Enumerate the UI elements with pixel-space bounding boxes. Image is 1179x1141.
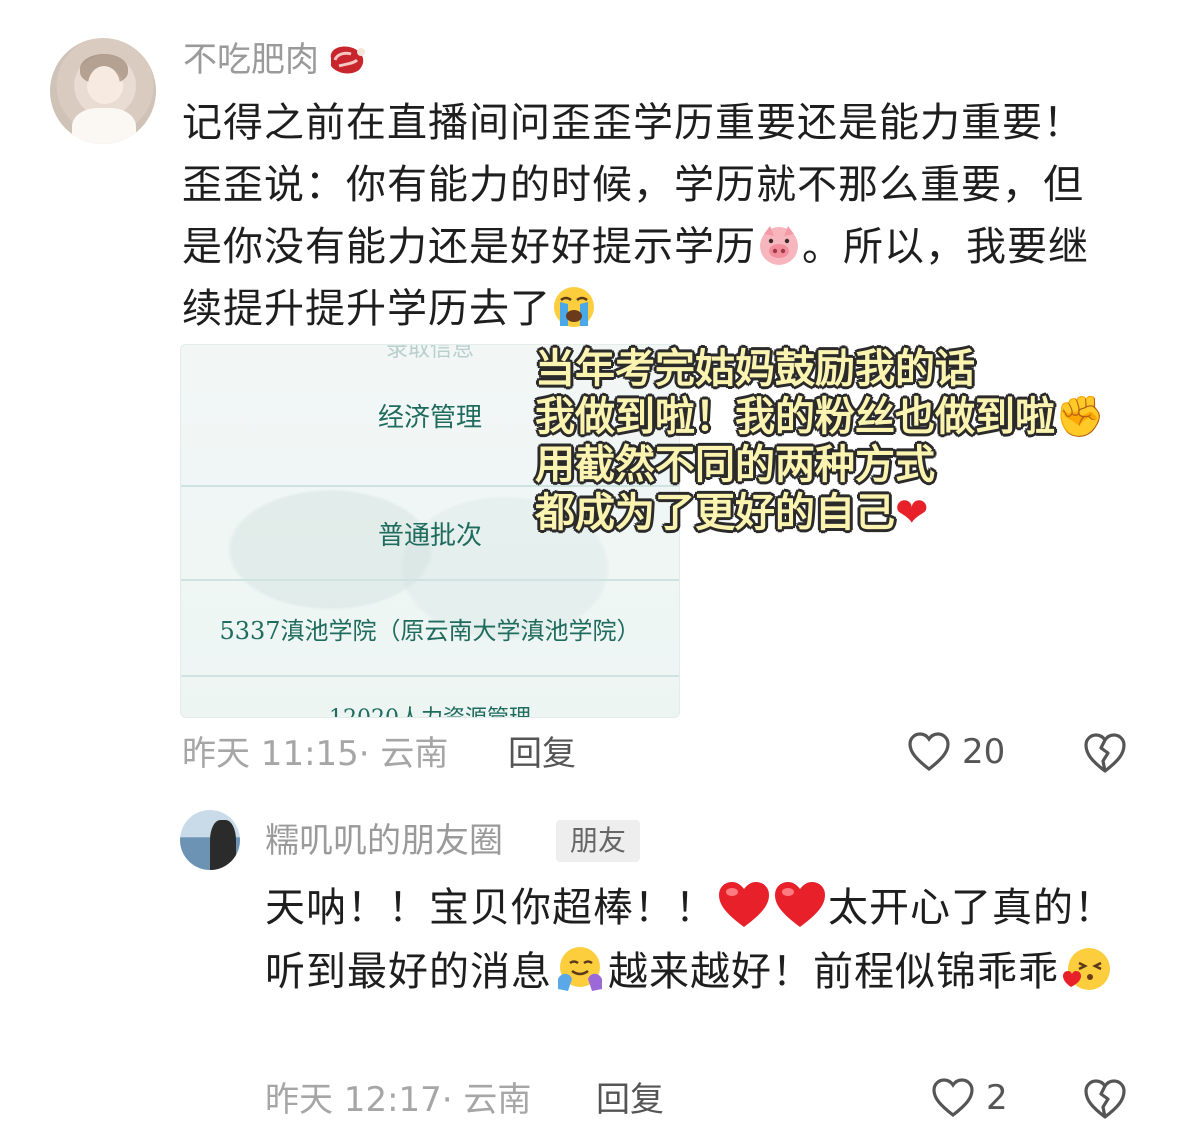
overlay-line-4-text: 都成为了更好的自己 — [535, 490, 895, 536]
reply-avatar[interactable] — [180, 810, 240, 870]
reply-button[interactable]: 回复 — [508, 732, 576, 776]
overlay-line-4: 都成为了更好的自己❤ — [535, 489, 1165, 537]
like-count: 20 — [962, 732, 1006, 772]
reply-time: 昨天 12:17 — [265, 1080, 442, 1120]
hugging-face-icon — [558, 947, 602, 991]
crying-face-icon — [554, 287, 594, 327]
reply-like-button[interactable]: 2 — [930, 1076, 1008, 1120]
red-heart-icon — [775, 882, 825, 927]
overlay-line-2: 我做到啦！我的粉丝也做到啦✊ — [535, 393, 1165, 441]
comment-meta: 昨天 11:15· 云南 — [182, 732, 448, 776]
image-overlay-caption: 当年考完姑妈鼓励我的话 我做到啦！我的粉丝也做到啦✊ 用截然不同的两种方式 都成… — [535, 345, 1165, 537]
dislike-icon[interactable] — [1082, 730, 1128, 776]
friend-badge: 朋友 — [556, 820, 641, 862]
red-heart-icon — [719, 882, 769, 927]
reply-meta: 昨天 12:17· 云南 — [265, 1078, 531, 1122]
image-row-program: 12020人力资源管理 — [181, 701, 679, 717]
overlay-line-3: 用截然不同的两种方式 — [535, 442, 935, 488]
comment-text: 记得之前在直播间问歪歪学历重要还是能力重要！歪歪说：你有能力的时候，学历就不那么… — [182, 92, 1102, 340]
reply-like-count: 2 — [986, 1078, 1008, 1118]
reply-location: · 云南 — [441, 1080, 532, 1120]
avatar-face — [88, 66, 120, 104]
heart-outline-icon — [932, 1078, 974, 1118]
like-button[interactable]: 20 — [906, 730, 1005, 774]
reply-text: 天呐！！宝贝你超棒！！ 太开心了真的！听到最好的消息 越来越好！前程似锦乖乖 — [265, 876, 1145, 1004]
avatar-dress — [72, 108, 136, 144]
red-heart-icon: ❤ — [895, 490, 929, 536]
pig-face-icon — [760, 226, 798, 265]
username-text[interactable]: 不吃肥肉 — [183, 36, 319, 84]
dislike-icon[interactable] — [1082, 1076, 1128, 1122]
raised-fist-icon: ✊ — [1055, 394, 1105, 440]
avatar[interactable] — [50, 38, 156, 144]
reply-text-a: 天呐！！宝贝你超棒！！ — [265, 885, 716, 931]
reply-username[interactable]: 糯叽叽的朋友圈 — [265, 818, 503, 864]
image-row-school: 5337滇池学院（原云南大学滇池学院） — [181, 581, 679, 677]
kissing-heart-face-icon — [1063, 948, 1110, 990]
overlay-line-2-text: 我做到啦！我的粉丝也做到啦 — [535, 394, 1055, 440]
reply-text-c: 越来越好！前程似锦乖乖 — [608, 949, 1059, 995]
heart-outline-icon — [908, 732, 950, 772]
reply-reply-button[interactable]: 回复 — [596, 1078, 664, 1122]
meat-icon — [330, 46, 365, 74]
comment-location: · 云南 — [358, 734, 449, 774]
overlay-line-1: 当年考完姑妈鼓励我的话 — [535, 346, 975, 392]
avatar-figure — [210, 820, 236, 870]
comment-time: 昨天 11:15 — [182, 734, 359, 774]
username[interactable]: 不吃肥肉 — [183, 36, 369, 84]
